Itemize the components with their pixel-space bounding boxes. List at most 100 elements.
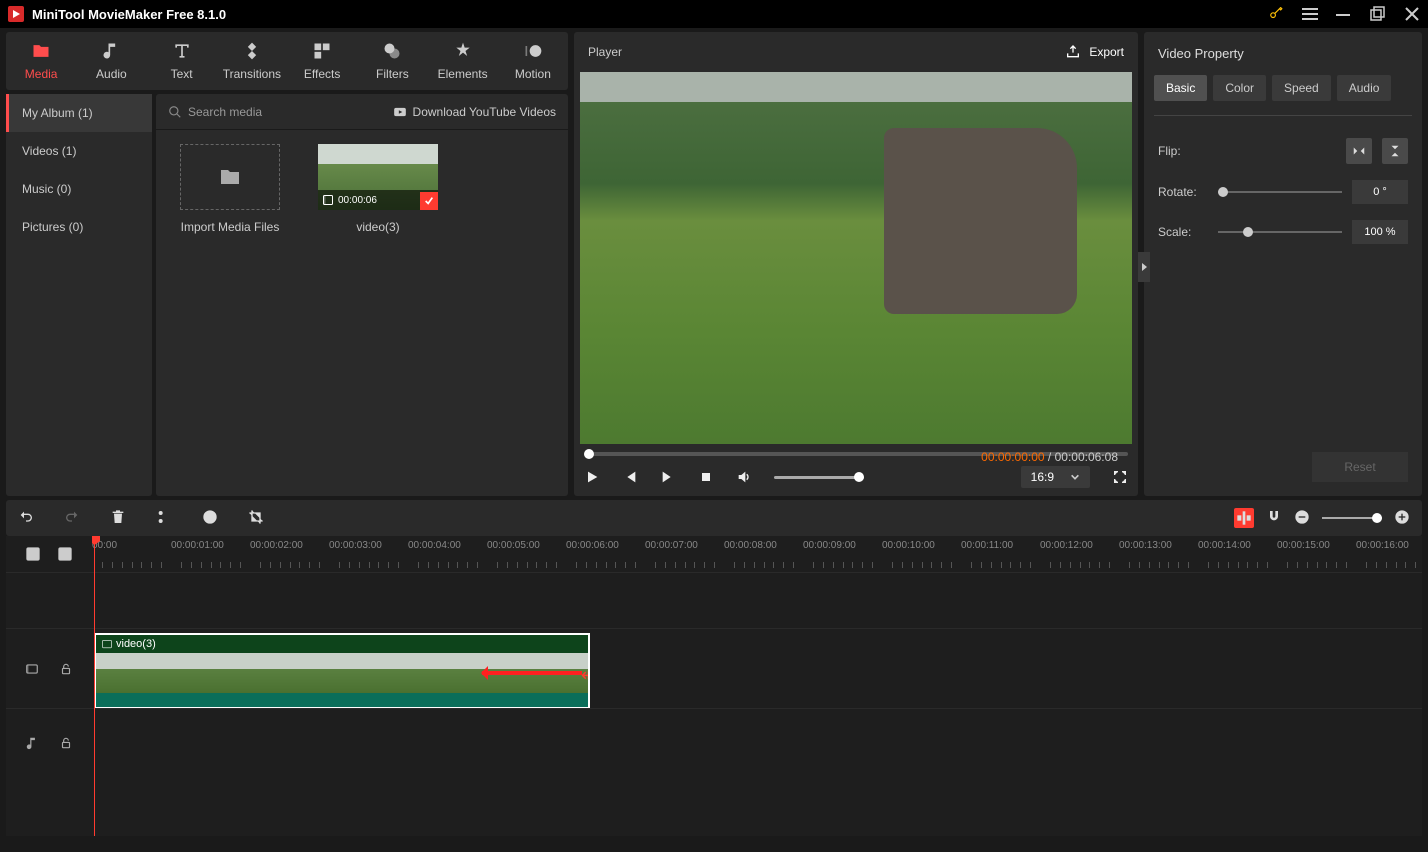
lock-icon[interactable] [59, 662, 73, 676]
reset-button[interactable]: Reset [1312, 452, 1408, 482]
fullscreen-icon[interactable] [1112, 469, 1128, 485]
youtube-icon [393, 105, 407, 119]
timeline-clip-video3[interactable]: video(3) ⇹ [94, 633, 590, 709]
zoom-in-icon[interactable] [1394, 509, 1410, 528]
flip-label: Flip: [1158, 144, 1208, 158]
ruler-tick: 00:00:07:00 [645, 540, 698, 551]
album-music[interactable]: Music (0) [6, 170, 152, 208]
title-bar: MiniTool MovieMaker Free 8.1.0 [0, 0, 1428, 28]
tab-text[interactable]: Text [147, 32, 217, 90]
zoom-slider[interactable] [1322, 517, 1382, 519]
ruler-tick: 00:00:06:00 [566, 540, 619, 551]
play-icon[interactable] [584, 469, 600, 485]
scale-label: Scale: [1158, 225, 1208, 239]
search-input[interactable]: Search media [168, 105, 385, 119]
ruler[interactable]: 00:0000:00:01:0000:00:02:0000:00:03:0000… [92, 536, 1422, 572]
crop-icon[interactable] [248, 509, 264, 528]
prop-tab-color[interactable]: Color [1213, 75, 1266, 101]
track-spacer[interactable] [92, 572, 1422, 628]
ruler-tick: 00:00:14:00 [1198, 540, 1251, 551]
timeline: 00:0000:00:01:0000:00:02:0000:00:03:0000… [6, 536, 1422, 836]
key-icon[interactable] [1268, 6, 1284, 22]
tab-elements[interactable]: Elements [428, 32, 498, 90]
next-frame-icon[interactable] [660, 469, 676, 485]
rotate-label: Rotate: [1158, 185, 1208, 199]
delete-icon[interactable] [110, 509, 126, 528]
undo-icon[interactable] [18, 509, 34, 528]
property-title: Video Property [1144, 32, 1422, 75]
chevron-down-icon [1070, 472, 1080, 482]
video-preview [580, 72, 1132, 444]
ruler-tick: 00:00:09:00 [803, 540, 856, 551]
album-list: My Album (1) Videos (1) Music (0) Pictur… [6, 94, 152, 496]
volume-slider[interactable] [774, 476, 864, 479]
app-icon [8, 6, 24, 22]
album-my-album[interactable]: My Album (1) [6, 94, 152, 132]
film-icon [322, 194, 334, 206]
main-tabs: Media Audio Text Transitions Effects Fil… [6, 32, 568, 90]
ruler-tick: 00:00:15:00 [1277, 540, 1330, 551]
stop-icon[interactable] [698, 469, 714, 485]
ruler-tick: 00:00:03:00 [329, 540, 382, 551]
player-title: Player [588, 45, 622, 59]
rotate-value[interactable]: 0 ° [1352, 180, 1408, 204]
app-title: MiniTool MovieMaker Free 8.1.0 [32, 7, 1268, 22]
ruler-tick: 00:00:05:00 [487, 540, 540, 551]
trim-arrow-annotation [482, 671, 582, 675]
export-button[interactable]: Export [1065, 44, 1124, 60]
prop-tab-basic[interactable]: Basic [1154, 75, 1207, 101]
lock-icon[interactable] [59, 736, 73, 750]
close-icon[interactable] [1404, 6, 1420, 22]
audio-track[interactable] [92, 708, 1422, 776]
scale-slider[interactable] [1218, 231, 1342, 233]
audio-track-icon [25, 736, 39, 750]
search-icon [168, 105, 182, 119]
speed-icon[interactable] [202, 509, 218, 528]
ruler-tick: 00:00:16:00 [1356, 540, 1409, 551]
time-display: 00:00:00:00 / 00:00:06:08 [981, 450, 1118, 464]
aspect-ratio-select[interactable]: 16:9 [1021, 466, 1090, 488]
film-icon [102, 639, 112, 649]
maximize-icon[interactable] [1370, 6, 1386, 22]
scale-value[interactable]: 100 % [1352, 220, 1408, 244]
prop-tab-audio[interactable]: Audio [1337, 75, 1392, 101]
minimize-icon[interactable] [1336, 6, 1352, 22]
album-pictures[interactable]: Pictures (0) [6, 208, 152, 246]
check-icon [420, 192, 438, 210]
playhead[interactable] [94, 536, 95, 836]
menu-icon[interactable] [1302, 6, 1318, 22]
rotate-slider[interactable] [1218, 191, 1342, 193]
timeline-toolbar [6, 500, 1422, 536]
ruler-tick: 00:00:02:00 [250, 540, 303, 551]
flip-horizontal-button[interactable] [1346, 138, 1372, 164]
import-media-button[interactable]: Import Media Files [170, 144, 290, 234]
export-icon [1065, 44, 1081, 60]
media-clip-video3[interactable]: 00:00:06 video(3) [318, 144, 438, 234]
tab-motion[interactable]: Motion [498, 32, 568, 90]
ruler-tick: 00:00:08:00 [724, 540, 777, 551]
video-track[interactable]: video(3) ⇹ [92, 628, 1422, 708]
ruler-tick: 00:00:12:00 [1040, 540, 1093, 551]
tab-media[interactable]: Media [6, 32, 76, 90]
tab-audio[interactable]: Audio [76, 32, 146, 90]
redo-icon[interactable] [64, 509, 80, 528]
download-youtube-link[interactable]: Download YouTube Videos [393, 105, 556, 119]
clip-trim-handle[interactable]: ⇹ [581, 665, 590, 686]
tab-effects[interactable]: Effects [287, 32, 357, 90]
split-icon[interactable] [156, 509, 172, 528]
prop-tab-speed[interactable]: Speed [1272, 75, 1331, 101]
track-options-icon[interactable] [57, 546, 73, 562]
ruler-tick: 00:00:11:00 [961, 540, 1013, 551]
ruler-tick: 00:00:01:00 [171, 540, 224, 551]
flip-vertical-button[interactable] [1382, 138, 1408, 164]
album-videos[interactable]: Videos (1) [6, 132, 152, 170]
tab-transitions[interactable]: Transitions [217, 32, 287, 90]
panel-collapse-handle[interactable] [1138, 252, 1150, 282]
prev-frame-icon[interactable] [622, 469, 638, 485]
zoom-out-icon[interactable] [1294, 509, 1310, 528]
magnet-icon[interactable] [1266, 509, 1282, 528]
tab-filters[interactable]: Filters [357, 32, 427, 90]
add-track-icon[interactable] [25, 546, 41, 562]
volume-icon[interactable] [736, 469, 752, 485]
snap-toggle[interactable] [1234, 508, 1254, 528]
